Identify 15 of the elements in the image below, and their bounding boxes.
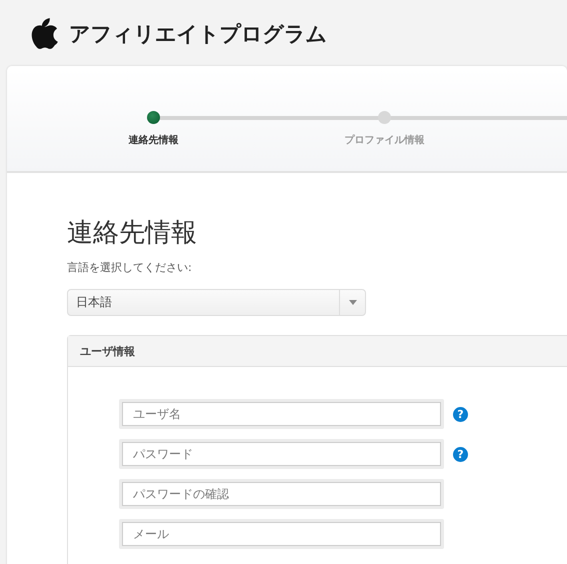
step-label[interactable]: 連絡先情報 (128, 133, 178, 147)
input-field[interactable]: パスワードの確認 (119, 479, 444, 509)
caret-icon (348, 300, 356, 305)
page-title: アフィリエイトプログラム (69, 21, 327, 48)
language-dropdown[interactable]: 日本語 (67, 289, 366, 316)
help-icon[interactable]: ? (453, 406, 468, 422)
apple-logo-icon (31, 18, 58, 50)
help-icon[interactable]: ? (453, 446, 468, 462)
step-label[interactable]: プロファイル情報 (344, 133, 424, 147)
input-field[interactable]: ユーザ名 (119, 399, 444, 429)
section-heading: 連絡先情報 (67, 218, 198, 248)
language-label: 言語を選択してください: (67, 260, 192, 275)
input-field[interactable]: パスワード (119, 439, 444, 469)
panel-title: ユーザ情報 (80, 344, 135, 358)
input-field[interactable]: メール (119, 519, 444, 549)
